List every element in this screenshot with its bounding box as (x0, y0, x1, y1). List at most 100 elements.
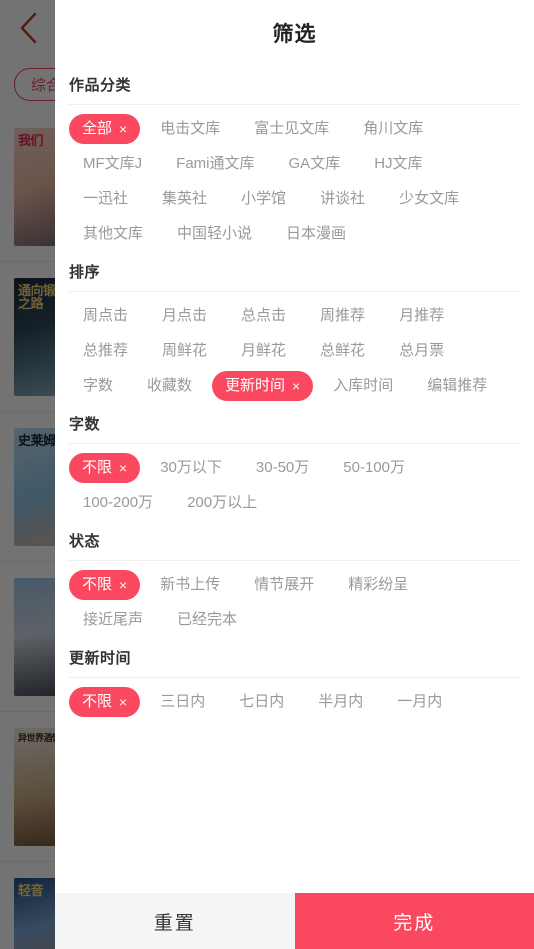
close-x-icon[interactable]: × (119, 695, 127, 709)
filter-chip[interactable]: 30万以下 (146, 453, 236, 483)
filter-option-group: 不限 × 新书上传 情节展开 精彩纷呈接近尾声 已经完本 (69, 561, 520, 635)
filter-chip[interactable]: 情节展开 (240, 570, 328, 600)
filter-chip-label: 周鲜花 (162, 342, 208, 359)
filter-chip[interactable]: 周鲜花 (148, 336, 221, 366)
filter-chip-label: 编辑推荐 (427, 377, 488, 394)
filter-chip-label: 三日内 (160, 693, 206, 710)
filter-chip[interactable]: HJ文库 (360, 149, 436, 179)
filter-chip[interactable]: 收藏数 (133, 371, 206, 401)
filter-chip[interactable]: 编辑推荐 (413, 371, 501, 401)
section-title: 状态 (69, 522, 520, 561)
filter-chip[interactable]: 富士见文库 (240, 114, 343, 144)
filter-section: 字数不限 × 30万以下 30-50万 50-100万 100-200万 200万以上 (69, 405, 520, 522)
filter-chip[interactable]: 角川文库 (349, 114, 437, 144)
filter-chip-label: 讲谈社 (320, 190, 366, 207)
section-title: 更新时间 (69, 639, 520, 678)
filter-chip-label: 更新时间 (225, 377, 286, 394)
filter-chip-label: GA文库 (288, 155, 341, 172)
filter-chip[interactable]: 一迅社 (69, 184, 142, 214)
filter-sections: 作品分类全部 × 电击文库 富士见文库 角川文库 MF文库J Fami通文库 GA文库 HJ文库… (55, 66, 534, 893)
filter-chip[interactable]: 总鲜花 (306, 336, 379, 366)
filter-option-group: 全部 × 电击文库 富士见文库 角川文库 MF文库J Fami通文库 GA文库 HJ文库一迅社 集… (69, 105, 520, 249)
filter-chip[interactable]: 其他文库 (69, 219, 157, 249)
filter-chip[interactable]: 电击文库 (146, 114, 234, 144)
filter-chip[interactable]: 总月票 (385, 336, 458, 366)
filter-chip[interactable]: 总点击 (227, 301, 300, 331)
filter-chip[interactable]: 200万以上 (173, 488, 271, 518)
filter-chip-selected[interactable]: 不限 × (69, 570, 141, 600)
filter-chip-label: 不限 (82, 693, 113, 710)
filter-section: 排序 周点击 月点击 总点击 周推荐 月推荐 总推荐 周鲜花 月鲜花 总鲜花 总月票 字数 收藏数 更新时… (69, 253, 520, 405)
filter-chip[interactable]: 总推荐 (69, 336, 142, 366)
filter-chip[interactable]: 中国轻小说 (163, 219, 266, 249)
done-button[interactable]: 完成 (294, 893, 534, 949)
filter-chip-label: 已经完本 (177, 611, 238, 628)
filter-chip-label: 角川文库 (363, 120, 424, 137)
filter-chip-label: 50-100万 (343, 459, 405, 476)
filter-footer: 重置 完成 (55, 893, 534, 949)
filter-chip[interactable]: 周点击 (69, 301, 142, 331)
filter-chip[interactable]: 接近尾声 (69, 605, 157, 635)
filter-chip-label: 30-50万 (255, 459, 310, 476)
filter-chip[interactable]: 100-200万 (69, 488, 167, 518)
filter-chip-label: 字数 (83, 377, 114, 394)
filter-chip-selected[interactable]: 更新时间 × (212, 371, 314, 401)
filter-chip-label: 周推荐 (320, 307, 366, 324)
filter-chip[interactable]: Fami通文库 (162, 149, 268, 179)
section-title: 字数 (69, 405, 520, 444)
filter-chip[interactable]: 周推荐 (306, 301, 379, 331)
filter-chip[interactable]: 三日内 (146, 687, 219, 717)
filter-chip[interactable]: 一月内 (383, 687, 456, 717)
filter-chip[interactable]: 七日内 (225, 687, 298, 717)
filter-chip[interactable]: 小学馆 (227, 184, 300, 214)
close-x-icon[interactable]: × (119, 461, 127, 475)
filter-option-group: 不限 × 30万以下 30-50万 50-100万 100-200万 200万以上 (69, 444, 520, 518)
filter-chip[interactable]: 30-50万 (242, 453, 323, 483)
reset-button[interactable]: 重置 (55, 893, 295, 949)
filter-chip-label: MF文库J (83, 155, 143, 172)
filter-chip[interactable]: 新书上传 (146, 570, 234, 600)
filter-chip-label: 一迅社 (83, 190, 129, 207)
filter-chip[interactable]: 入库时间 (319, 371, 407, 401)
filter-chip[interactable]: 月点击 (148, 301, 221, 331)
filter-chip-label: 半月内 (318, 693, 364, 710)
filter-chip[interactable]: 讲谈社 (306, 184, 379, 214)
filter-chip-label: 总推荐 (83, 342, 129, 359)
filter-chip-label: 一月内 (397, 693, 443, 710)
filter-chip-label: 月鲜花 (241, 342, 287, 359)
filter-chip-selected[interactable]: 不限 × (69, 453, 141, 483)
close-x-icon[interactable]: × (292, 379, 300, 393)
filter-panel-header: 筛选 (55, 0, 534, 66)
filter-chip[interactable]: 半月内 (304, 687, 377, 717)
filter-screen: 综合 我们 我们的重来一次 轻小说 / 连载中 / 12.4万字 通向锻冶工匠之… (0, 0, 534, 949)
filter-chip[interactable]: 精彩纷呈 (334, 570, 422, 600)
filter-section: 作品分类全部 × 电击文库 富士见文库 角川文库 MF文库J Fami通文库 GA文库 HJ文库… (69, 66, 520, 253)
filter-chip[interactable]: 少女文库 (385, 184, 473, 214)
filter-chip-selected[interactable]: 不限 × (69, 687, 141, 717)
filter-chip-label: 月推荐 (399, 307, 445, 324)
filter-chip[interactable]: MF文库J (69, 149, 156, 179)
close-x-icon[interactable]: × (119, 122, 127, 136)
filter-chip-label: 月点击 (162, 307, 208, 324)
section-title: 作品分类 (69, 66, 520, 105)
close-x-icon[interactable]: × (119, 578, 127, 592)
filter-section: 状态不限 × 新书上传 情节展开 精彩纷呈接近尾声 已经完本 (69, 522, 520, 639)
filter-chip-label: 周点击 (83, 307, 129, 324)
filter-chip[interactable]: 50-100万 (329, 453, 419, 483)
filter-chip-label: 入库时间 (333, 377, 394, 394)
filter-chip[interactable]: 字数 (69, 371, 127, 401)
filter-chip-label: 100-200万 (83, 494, 154, 511)
filter-chip[interactable]: 月推荐 (385, 301, 458, 331)
filter-chip[interactable]: 集英社 (148, 184, 221, 214)
filter-chip-label: 中国轻小说 (177, 225, 253, 242)
filter-section: 更新时间不限 × 三日内 七日内 半月内 一月内 (69, 639, 520, 721)
filter-chip-label: 电击文库 (160, 120, 221, 137)
filter-chip[interactable]: 已经完本 (163, 605, 251, 635)
filter-chip[interactable]: 日本漫画 (272, 219, 360, 249)
filter-chip[interactable]: 月鲜花 (227, 336, 300, 366)
filter-chip-label: Fami通文库 (176, 155, 255, 172)
filter-chip[interactable]: GA文库 (275, 149, 355, 179)
filter-chip-label: 少女文库 (399, 190, 460, 207)
filter-chip-selected[interactable]: 全部 × (69, 114, 141, 144)
filter-chip-label: 200万以上 (187, 494, 258, 511)
